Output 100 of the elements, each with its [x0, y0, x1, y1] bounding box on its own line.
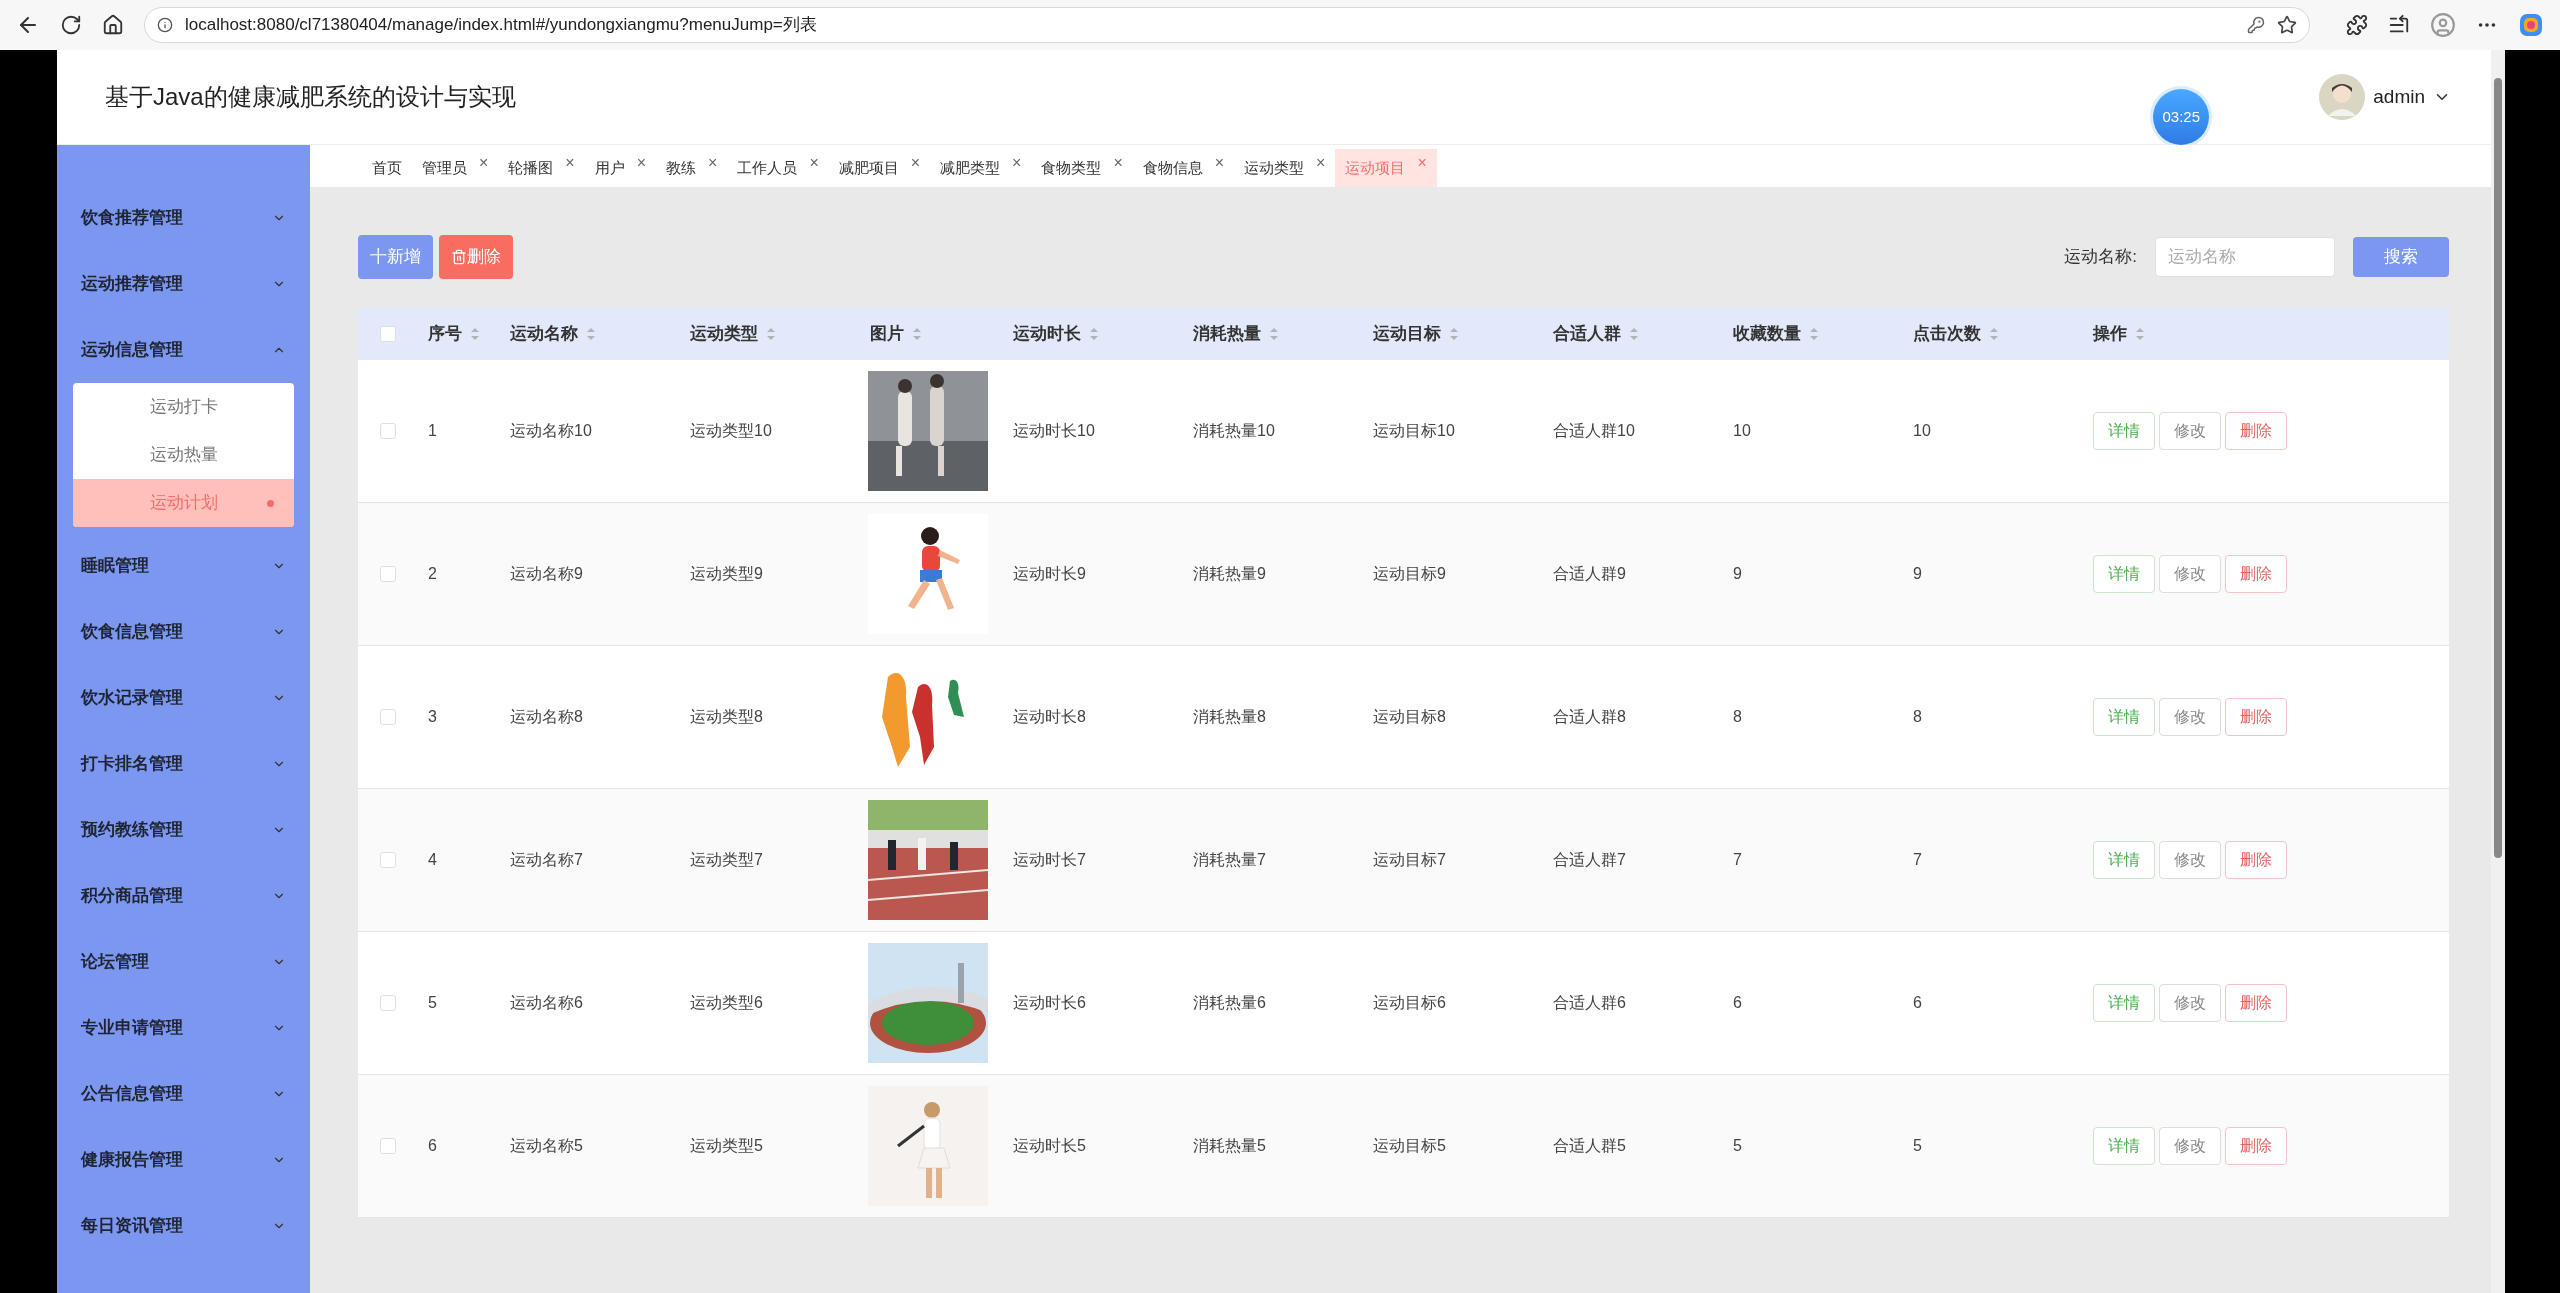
home-icon[interactable] — [102, 14, 124, 36]
sidebar-item[interactable]: 运动信息管理 — [57, 317, 310, 383]
search-button[interactable]: 搜索 — [2353, 237, 2449, 277]
edit-button[interactable]: 修改 — [2159, 1127, 2221, 1165]
sidebar-item[interactable]: 打卡排名管理 — [57, 731, 310, 797]
star-icon[interactable] — [2277, 15, 2297, 35]
profile-icon[interactable] — [2430, 12, 2456, 38]
page-tab[interactable]: 减肥项目 × — [828, 149, 931, 187]
detail-button[interactable]: 详情 — [2093, 984, 2155, 1022]
page-tab[interactable]: 工作人员 × — [727, 149, 829, 187]
detail-button[interactable]: 详情 — [2093, 841, 2155, 879]
user-menu[interactable]: admin — [2319, 74, 2451, 120]
page-tab[interactable]: 用户 × — [584, 149, 657, 187]
detail-button[interactable]: 详情 — [2093, 698, 2155, 736]
submenu-item[interactable]: 运动热量 — [73, 431, 294, 479]
delete-button[interactable]: 删除 — [2225, 1127, 2287, 1165]
checkbox[interactable] — [380, 709, 396, 725]
table-cell: 运动名称10 — [510, 422, 592, 439]
table-cell: 5 — [1733, 1137, 1742, 1154]
page-tab[interactable]: 轮播图 × — [498, 149, 585, 187]
page-tab[interactable]: 首页 — [362, 149, 412, 187]
page-tab[interactable]: 教练 × — [656, 149, 728, 187]
close-icon[interactable]: × — [1012, 151, 1022, 175]
info-icon[interactable] — [157, 17, 173, 33]
page-tab[interactable]: 管理员 × — [412, 149, 499, 187]
detail-button[interactable]: 详情 — [2093, 1127, 2155, 1165]
sidebar-item[interactable]: 饮食信息管理 — [57, 599, 310, 665]
delete-button[interactable]: 删除 — [2225, 412, 2287, 450]
table-cell: 7 — [1733, 851, 1742, 868]
key-icon[interactable] — [2247, 16, 2265, 34]
delete-button[interactable]: 删除 — [2225, 555, 2287, 593]
sort-icon[interactable] — [2135, 327, 2145, 341]
sidebar-item[interactable]: 积分商品管理 — [57, 863, 310, 929]
close-icon[interactable]: × — [708, 151, 718, 175]
copilot-icon[interactable] — [2518, 12, 2544, 38]
submenu-item[interactable]: 运动打卡 — [73, 383, 294, 431]
sidebar-item[interactable]: 健康报告管理 — [57, 1127, 310, 1193]
refresh-icon[interactable] — [60, 14, 82, 36]
checkbox[interactable] — [380, 566, 396, 582]
close-icon[interactable]: × — [910, 151, 921, 175]
sidebar-item[interactable]: 饮食推荐管理 — [57, 185, 310, 251]
edit-button[interactable]: 修改 — [2159, 698, 2221, 736]
delete-button[interactable]: 删除 — [2225, 841, 2287, 879]
address-bar[interactable]: localhost:8080/cl71380404/manage/index.html#/yundongxiangmu?menuJump=列表 — [144, 7, 2310, 43]
sort-icon[interactable] — [912, 327, 922, 341]
sidebar-item[interactable]: 公告信息管理 — [57, 1061, 310, 1127]
edit-button[interactable]: 修改 — [2159, 412, 2221, 450]
column-header: 运动类型 — [690, 323, 758, 346]
sort-icon[interactable] — [470, 327, 480, 341]
close-icon[interactable]: × — [1214, 151, 1225, 175]
page-tab[interactable]: 食物信息 × — [1132, 149, 1235, 187]
sidebar-item[interactable]: 论坛管理 — [57, 929, 310, 995]
delete-button[interactable]: 删除 — [2225, 698, 2287, 736]
close-icon[interactable]: × — [1113, 151, 1123, 175]
sidebar-item[interactable]: 每日资讯管理 — [57, 1193, 310, 1259]
sort-icon[interactable] — [1629, 327, 1639, 341]
sidebar-item[interactable]: 运动推荐管理 — [57, 251, 310, 317]
close-icon[interactable]: × — [636, 151, 647, 175]
checkbox[interactable] — [380, 852, 396, 868]
scrollbar[interactable] — [2491, 50, 2505, 1293]
checkbox[interactable] — [380, 326, 396, 342]
close-icon[interactable]: × — [479, 151, 489, 175]
edit-button[interactable]: 修改 — [2159, 555, 2221, 593]
trash-icon — [451, 249, 467, 265]
extensions-icon[interactable] — [2346, 14, 2368, 36]
sort-icon[interactable] — [1989, 327, 1999, 341]
close-icon[interactable]: × — [565, 151, 575, 175]
sort-icon[interactable] — [586, 327, 596, 341]
page-tab[interactable]: 食物类型 × — [1031, 149, 1133, 187]
sort-icon[interactable] — [1809, 327, 1819, 341]
table-cell: 合适人群10 — [1553, 422, 1635, 439]
close-icon[interactable]: × — [809, 151, 819, 175]
sort-icon[interactable] — [1269, 327, 1279, 341]
sidebar-item[interactable]: 睡眠管理 — [57, 533, 310, 599]
sidebar-item[interactable]: 专业申请管理 — [57, 995, 310, 1061]
search-field[interactable]: 运动名称 — [2155, 237, 2335, 277]
sidebar-item[interactable]: 预约教练管理 — [57, 797, 310, 863]
add-button[interactable]: 十新增 — [358, 235, 433, 279]
detail-button[interactable]: 详情 — [2093, 412, 2155, 450]
table-cell: 4 — [428, 851, 437, 868]
edit-button[interactable]: 修改 — [2159, 841, 2221, 879]
checkbox[interactable] — [380, 423, 396, 439]
sort-icon[interactable] — [1089, 327, 1099, 341]
table-cell: 运动类型5 — [690, 1137, 763, 1154]
delete-button[interactable]: 删除 — [439, 235, 513, 279]
page-tab[interactable]: 减肥类型 × — [930, 149, 1032, 187]
table-cell: 9 — [1913, 565, 1922, 582]
checkbox[interactable] — [380, 1138, 396, 1154]
table-cell: 运动目标8 — [1373, 708, 1446, 725]
table-cell: 消耗热量8 — [1193, 708, 1266, 725]
detail-button[interactable]: 详情 — [2093, 555, 2155, 593]
page-tab[interactable]: 运动类型 × — [1234, 149, 1336, 187]
table-cell: 运动名称6 — [510, 994, 583, 1011]
checkbox[interactable] — [380, 995, 396, 1011]
sidebar-item[interactable]: 饮水记录管理 — [57, 665, 310, 731]
sort-icon[interactable] — [766, 327, 776, 341]
sort-icon[interactable] — [1449, 327, 1459, 341]
delete-button[interactable]: 删除 — [2225, 984, 2287, 1022]
close-icon[interactable]: × — [1316, 151, 1326, 175]
edit-button[interactable]: 修改 — [2159, 984, 2221, 1022]
